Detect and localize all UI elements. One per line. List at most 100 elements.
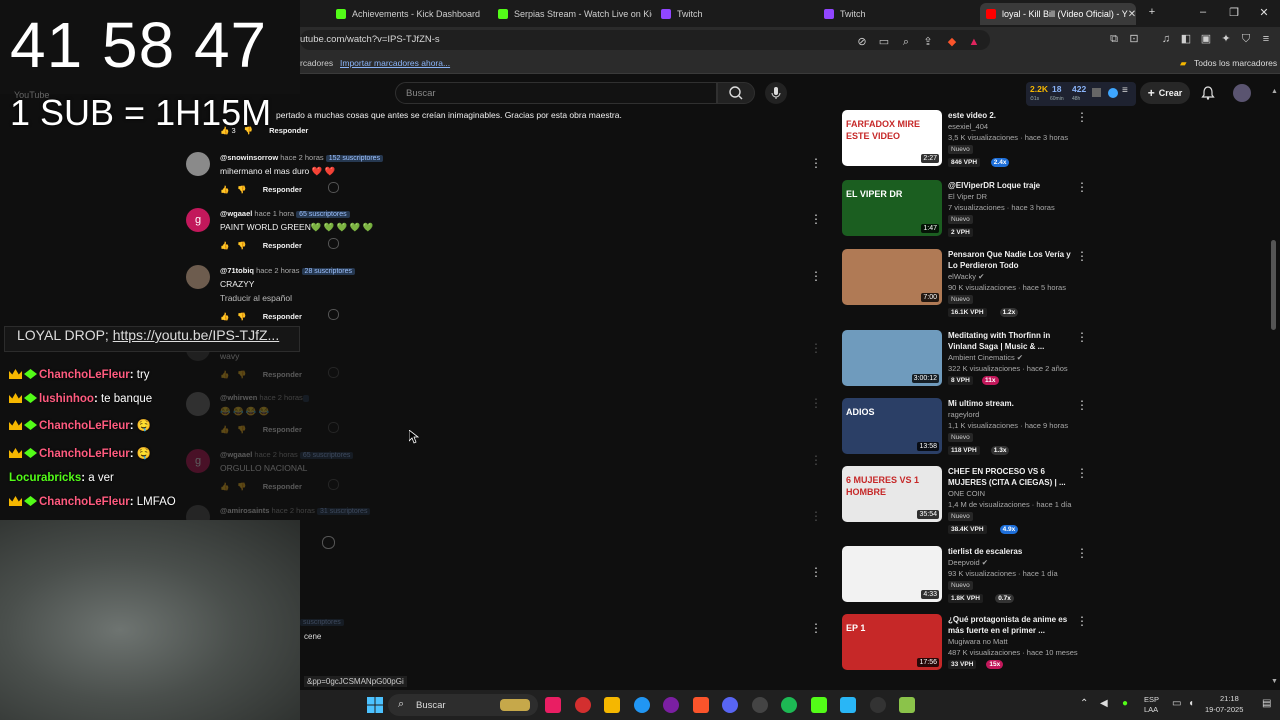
more-options-icon[interactable]: ⋮ [810,269,822,283]
channel-name[interactable]: Mugiwara no Matt [948,637,1008,646]
video-title[interactable]: ¿Qué protagonista de anime es más fuerte… [948,614,1074,636]
more-options-icon[interactable]: ⋮ [810,565,822,579]
channel-name[interactable]: Deepvoid [948,558,980,567]
comment-author[interactable]: @amirosaints [220,506,269,515]
chat-username[interactable]: lushinhoo [39,393,94,405]
recommended-video[interactable]: ADIOS 13:58 Mi ultimo stream. rageylord 1,1 … [842,398,1092,460]
tab-youtube-active[interactable]: loyal - Kill Bill (Video Oficial) - Y ✕ [980,3,1136,25]
chat-username[interactable]: Locurabricks [9,472,81,484]
pinned-url[interactable]: https://youtu.be/IPS-TJfZ... [113,327,280,343]
comment-author[interactable]: @whirwen [220,393,257,402]
avatar[interactable]: g [186,208,210,232]
sidebar-icon[interactable]: ◧ [1180,33,1192,45]
app-blue-icon[interactable] [634,697,650,713]
recommended-video[interactable]: FARFADOX MIRE ESTE VIDEO 2:27 este video 2… [842,110,1092,172]
dislike-icon[interactable]: 👎 [237,370,246,379]
scroll-down-icon[interactable]: ▼ [1271,678,1278,685]
video-thumbnail[interactable]: 3:00:12 [842,330,942,386]
chat-username[interactable]: ChanchoLeFleur [39,420,130,432]
comment-time[interactable]: hace 2 horas [259,393,302,402]
video-title[interactable]: @ElViperDR Loque traje [948,180,1074,191]
brave-shield-icon[interactable]: ◆ [946,36,958,48]
clock-time[interactable]: 21:18 [1220,694,1239,703]
video-title[interactable]: Meditating with Thorfinn in Vinland Saga… [948,330,1074,352]
avatar[interactable] [186,265,210,289]
reply-button[interactable]: Responder [263,425,302,434]
new-tab-button[interactable]: + [1145,6,1159,18]
comment-time[interactable]: hace 2 horas [280,153,323,162]
video-thumbnail[interactable]: FARFADOX MIRE ESTE VIDEO 2:27 [842,110,942,166]
more-options-icon[interactable]: ⋮ [810,212,822,226]
comment-author[interactable]: @wgaael [220,450,252,459]
like-icon[interactable]: 👍 [220,312,229,321]
more-options-icon[interactable]: ⋮ [810,621,822,635]
like-icon[interactable]: 👍 [220,482,229,491]
reply-button[interactable]: Responder [263,312,302,321]
tab-kick-dashboard[interactable]: Achievements - Kick Dashboard [330,3,490,25]
video-title[interactable]: este video 2. [948,110,1074,121]
video-thumbnail[interactable]: 6 MUJERES VS 1 HOMBRE 35:54 [842,466,942,522]
kick-icon[interactable] [811,697,827,713]
tab-twitch-1[interactable]: Twitch [655,3,815,25]
more-options-icon[interactable]: ⋮ [1076,330,1088,344]
chevron-up-icon[interactable]: ⌃ [1080,698,1088,709]
more-options-icon[interactable]: ⋮ [1076,546,1088,560]
more-options-icon[interactable]: ⋮ [810,509,822,523]
more-options-icon[interactable]: ⋮ [1076,110,1088,124]
more-options-icon[interactable]: ⋮ [1076,614,1088,628]
video-thumbnail[interactable]: EL VIPER DR 1:47 [842,180,942,236]
windows-start-icon[interactable] [367,697,383,713]
dislike-icon[interactable]: 👎 [237,185,246,194]
video-title[interactable]: Mi ultimo stream. [948,398,1074,409]
channel-name[interactable]: rageylord [948,410,979,419]
avatar[interactable]: g [186,449,210,473]
channel-stats-widget[interactable]: 2.2K ⏱1s 18 60min 422 48h ≡ [1026,82,1136,106]
more-options-icon[interactable]: ⋮ [810,156,822,170]
minimize-icon[interactable]: – [1196,6,1210,18]
obs-icon[interactable] [870,697,886,713]
app-notes-icon[interactable] [840,697,856,713]
search-input[interactable]: Buscar [395,82,717,104]
steam-icon[interactable] [752,697,768,713]
eye-off-icon[interactable]: ⊘ [856,36,868,48]
voice-search-button[interactable] [765,82,787,104]
clock-date[interactable]: 19-07-2025 [1205,705,1243,714]
avatar[interactable] [1233,84,1251,102]
spotify-icon[interactable] [781,697,797,713]
video-thumbnail[interactable]: 7:00 [842,249,942,305]
discord-icon[interactable] [722,697,738,713]
network-icon[interactable]: ▭ [1172,698,1181,709]
reply-button[interactable]: Responder [269,126,308,135]
reply-button[interactable]: Responder [263,185,302,194]
wallet-icon[interactable]: ▣ [1200,33,1212,45]
chat-username[interactable]: ChanchoLeFleur [39,496,130,508]
video-title[interactable]: tierlist de escaleras [948,546,1074,557]
microphone-icon[interactable]: ● [1122,698,1128,709]
dislike-icon[interactable]: 👎 [237,425,246,434]
more-options-icon[interactable]: ⋮ [1076,398,1088,412]
menu-icon[interactable]: ≡ [1122,85,1128,96]
reply-button[interactable]: Responder [263,241,302,250]
tab-serpias-stream[interactable]: Serpias Stream - Watch Live on Kick [492,3,652,25]
menu-icon[interactable]: ≡ [1260,33,1272,45]
minecraft-icon[interactable] [899,697,915,713]
like-icon[interactable]: 👍 [220,185,229,194]
channel-name[interactable]: esexiel_404 [948,122,988,131]
speaker-tray-icon[interactable]: ◀ [1100,698,1108,709]
import-bookmarks-link[interactable]: Importar marcadores ahora... [340,58,450,68]
taskbar-search[interactable]: ⌕ Buscar [388,694,538,716]
comment-author[interactable]: @71tobiq [220,266,254,275]
url-field[interactable]: utube.com/watch?v=IPS-TJfZN-s ⊘ ▭ ⌕ ⇪ ◆ … [300,30,990,50]
screenshot-icon[interactable]: ⊡ [1128,33,1140,45]
video-title[interactable]: CHEF EN PROCESO VS 6 MUJERES (CITA A CIE… [948,466,1074,488]
comment-time[interactable]: hace 1 hora [254,209,294,218]
snipping-tool-icon[interactable] [545,697,561,713]
chat-username[interactable]: ChanchoLeFleur [39,448,130,460]
video-thumbnail[interactable]: 4:33 [842,546,942,602]
dislike-icon[interactable]: 👎 [237,482,246,491]
translate-link[interactable]: Traducir al español [220,293,292,303]
comment-author[interactable]: @wgaael [220,209,252,218]
brave-browser-icon[interactable] [693,697,709,713]
vpn-icon[interactable]: ⛉ [1240,33,1252,45]
scroll-up-icon[interactable]: ▲ [1271,88,1278,95]
